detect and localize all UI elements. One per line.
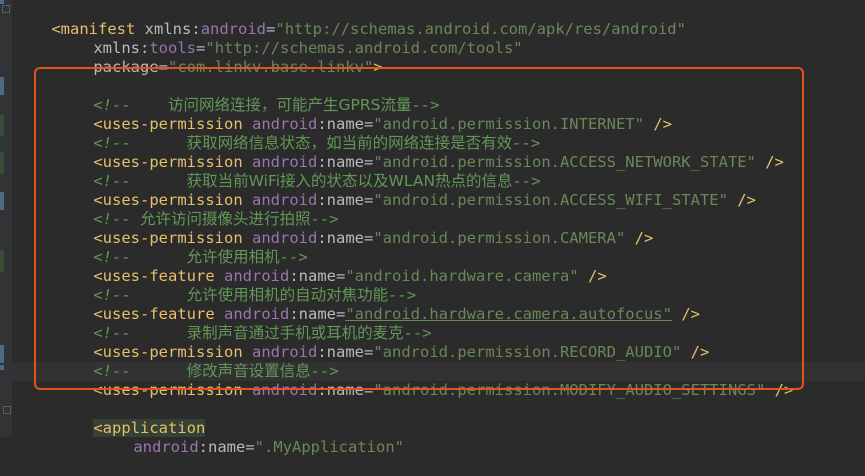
permission-line: <uses-permission android:name="android.p…	[56, 324, 709, 361]
tag-close: />	[690, 343, 710, 361]
vcs-added-marker[interactable]	[0, 250, 4, 272]
tag-close: />	[681, 305, 700, 323]
permission-line: <uses-permission android:name="android.p…	[56, 362, 793, 399]
code-line: <manifest xmlns:android="http://schemas.…	[14, 1, 686, 38]
vcs-change-marker[interactable]	[0, 192, 4, 210]
vcs-added-marker[interactable]	[0, 152, 4, 174]
attr-ns: android	[133, 438, 199, 456]
editor-gutter	[0, 0, 12, 437]
code-line: android:name=".MyApplication"	[96, 419, 404, 456]
colon: :	[317, 229, 327, 247]
attr-ns: android	[252, 381, 318, 399]
code-editor[interactable]: <manifest xmlns:android="http://schemas.…	[14, 0, 865, 456]
tag-close: />	[774, 381, 794, 399]
equals: =	[245, 438, 255, 456]
tag-close: />	[737, 191, 756, 209]
tag-close: />	[765, 153, 784, 171]
comment-line: <!-- 修改声音设置信息-->	[56, 343, 338, 380]
permission-line: <uses-permission android:name="android.p…	[56, 210, 653, 247]
code-line: package="com.linkv.base.linkv">	[56, 39, 382, 76]
equals: =	[364, 229, 374, 247]
permission-line: <uses-permission android:name="android.p…	[56, 172, 756, 209]
feature-line: <uses-feature android:name="android.hard…	[56, 286, 700, 323]
permission-value: "android.permission.ACCESS_WIFI_STATE"	[373, 191, 728, 209]
tag-name: uses-permission	[102, 381, 243, 399]
tag-close: />	[653, 115, 672, 133]
comment-line: <!-- 获取网络信息状态，如当前的网络连接是否有效-->	[56, 115, 540, 152]
comment-line: <!-- 允许访问摄像头进行拍照-->	[56, 191, 338, 228]
comment-line: <!-- 获取当前WiFi接入的状态以及WLAN热点的信息-->	[56, 153, 540, 190]
attr-value: ".MyApplication"	[254, 438, 404, 456]
attr-name: name	[208, 438, 246, 456]
colon: :	[317, 381, 327, 399]
vcs-change-marker[interactable]	[0, 345, 4, 363]
permission-line: <uses-permission android:name="android.p…	[56, 134, 784, 171]
attr-name: name	[326, 229, 364, 247]
attr-value: "com.linkv.base.linkv"	[168, 58, 374, 76]
tag-close: />	[587, 267, 607, 285]
equals: =	[364, 343, 374, 361]
tag-bracket: <	[93, 381, 103, 399]
vcs-change-marker[interactable]	[0, 77, 4, 95]
permission-value: "android.permission.RECORD_AUDIO"	[373, 343, 682, 361]
colon: :	[198, 438, 208, 456]
comment-line: <!-- 允许使用相机的自动对焦功能-->	[56, 267, 416, 304]
vcs-change-marker[interactable]	[0, 0, 4, 4]
permission-line: <uses-permission android:name="android.p…	[56, 96, 672, 133]
permission-value: "android.permission.MODIFY_AUDIO_SETTING…	[373, 381, 766, 399]
fold-icon[interactable]	[3, 406, 11, 414]
attr-name: package	[93, 58, 159, 76]
vcs-change-marker[interactable]	[0, 365, 4, 370]
tag-bracket: >	[373, 58, 383, 76]
code-line: xmlns:tools="http://schemas.android.com/…	[56, 20, 522, 57]
comment-line: <!-- 录制声音通过手机或耳机的麦克-->	[56, 305, 431, 342]
feature-line: <uses-feature android:name="android.hard…	[56, 248, 606, 285]
equals: =	[364, 191, 374, 209]
tag-close: />	[634, 229, 654, 247]
attr-name: name	[326, 381, 364, 399]
comment-line: <!-- 访问网络连接，可能产生GPRS流量-->	[56, 77, 439, 114]
code-line: <application	[56, 400, 206, 437]
fold-icon[interactable]	[2, 5, 10, 13]
comment-line: <!-- 允许使用相机-->	[56, 229, 307, 266]
equals: =	[158, 58, 168, 76]
permission-value: "android.permission.CAMERA"	[373, 229, 626, 247]
vcs-added-marker[interactable]	[0, 115, 4, 136]
equals: =	[364, 381, 374, 399]
